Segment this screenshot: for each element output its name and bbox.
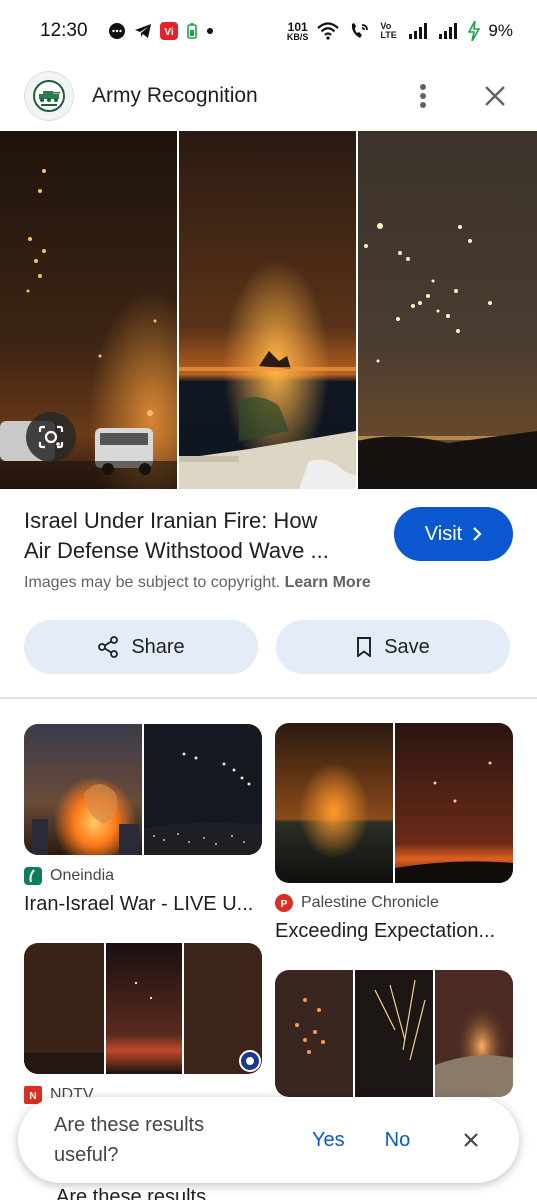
related-title-1[interactable]: Iran-Israel War - LIVE U... [24, 893, 262, 916]
main-result-image[interactable] [0, 131, 537, 489]
visit-button[interactable]: Visit [394, 507, 513, 561]
result-title-line1: Israel Under Iranian Fire: How [24, 508, 318, 533]
related-source-2[interactable]: P Palestine Chronicle [275, 894, 439, 912]
chevron-right-icon [473, 527, 482, 541]
notification-icons: Vi [108, 22, 214, 40]
related-source-1[interactable]: Oneindia [24, 867, 114, 885]
related-source-2-name: Palestine Chronicle [301, 894, 439, 911]
related-thumbnail-3[interactable] [24, 943, 262, 1074]
bookmark-icon [357, 637, 372, 657]
more-vert-icon [420, 84, 426, 108]
related-thumbnail-2-right [395, 723, 513, 883]
army-recognition-logo-icon [33, 80, 65, 112]
related-thumbnail-1[interactable] [24, 724, 262, 855]
svg-text:P: P [281, 899, 288, 909]
copyright-notice: Images may be subject to copyright. Lear… [24, 574, 371, 592]
related-thumbnail-3-right [184, 943, 262, 1074]
related-title-2[interactable]: Exceeding Expectation... [275, 920, 513, 943]
messages-icon [108, 22, 126, 40]
copyright-text: Images may be subject to copyright. [24, 574, 281, 591]
network-speed-value: 101 [287, 19, 308, 34]
close-icon [485, 86, 505, 106]
vi-app-icon: Vi [159, 22, 178, 40]
telegram-icon [134, 22, 152, 40]
related-source-1-name: Oneindia [50, 867, 115, 884]
share-label: Share [131, 635, 185, 658]
google-lens-button[interactable] [26, 412, 76, 462]
related-thumbnail-4-middle [355, 970, 433, 1097]
svg-text:N: N [29, 1091, 36, 1101]
save-label: Save [384, 635, 430, 658]
close-button[interactable] [477, 78, 513, 114]
battery-percentage: 9% [488, 21, 513, 40]
visit-label: Visit [424, 522, 463, 545]
learn-more-link[interactable]: Learn More [285, 574, 371, 591]
feedback-no-button[interactable]: No [385, 1129, 411, 1152]
feedback-close-button[interactable] [453, 1122, 489, 1158]
related-thumbnail-4[interactable] [275, 970, 513, 1097]
palestine-chronicle-icon: P [275, 894, 293, 912]
viewer-header: Army Recognition [0, 62, 537, 130]
site-logo[interactable] [24, 71, 74, 121]
related-thumbnail-2-left [275, 723, 393, 883]
wifi-icon [316, 21, 340, 41]
volte-icon: Vo LTE [380, 21, 397, 40]
lens-camera-icon [38, 425, 64, 449]
battery-saver-icon [186, 22, 198, 40]
related-thumbnail-2[interactable] [275, 723, 513, 883]
charging-icon [468, 21, 481, 41]
signal-sim2-icon [438, 23, 460, 39]
network-speed: 101 KB/S [287, 21, 309, 42]
feedback-bar: Are these results useful? Yes No [18, 1097, 519, 1183]
share-icon [98, 636, 119, 658]
partially-hidden-text: Are these results [56, 1186, 207, 1200]
svg-text:Vi: Vi [164, 27, 173, 38]
site-name[interactable]: Army Recognition [92, 84, 258, 108]
hero-panel-right [357, 131, 537, 489]
close-icon [464, 1133, 478, 1147]
hero-panel-middle [179, 131, 356, 489]
feedback-yes-button[interactable]: Yes [312, 1129, 345, 1152]
related-thumbnail-4-left [275, 970, 353, 1097]
related-thumbnail-1-right [144, 724, 262, 855]
ndtv-icon: N [24, 1086, 42, 1104]
status-time: 12:30 [40, 20, 88, 41]
system-icons: 101 KB/S Vo LTE 9% [287, 21, 513, 42]
related-thumbnail-1-left [24, 724, 142, 855]
wifi-calling-icon [348, 21, 372, 41]
feedback-question: Are these results useful? [54, 1114, 205, 1166]
oneindia-icon [24, 867, 42, 885]
share-button[interactable]: Share [24, 620, 258, 674]
network-speed-unit: KB/S [286, 31, 309, 42]
section-divider [0, 697, 537, 699]
related-thumbnail-4-right [435, 970, 513, 1097]
more-notifications-dot [206, 27, 214, 35]
related-thumbnail-3-middle [106, 943, 182, 1074]
more-options-button[interactable] [405, 78, 441, 114]
signal-sim1-icon [408, 23, 430, 39]
result-title[interactable]: Israel Under Iranian Fire: How Air Defen… [24, 506, 369, 566]
save-button[interactable]: Save [276, 620, 510, 674]
related-thumbnail-3-left [24, 943, 104, 1074]
result-title-line2: Air Defense Withstood Wave ... [24, 538, 329, 563]
status-bar: 12:30 Vi 101 KB/S Vo LTE 9% [0, 0, 537, 62]
